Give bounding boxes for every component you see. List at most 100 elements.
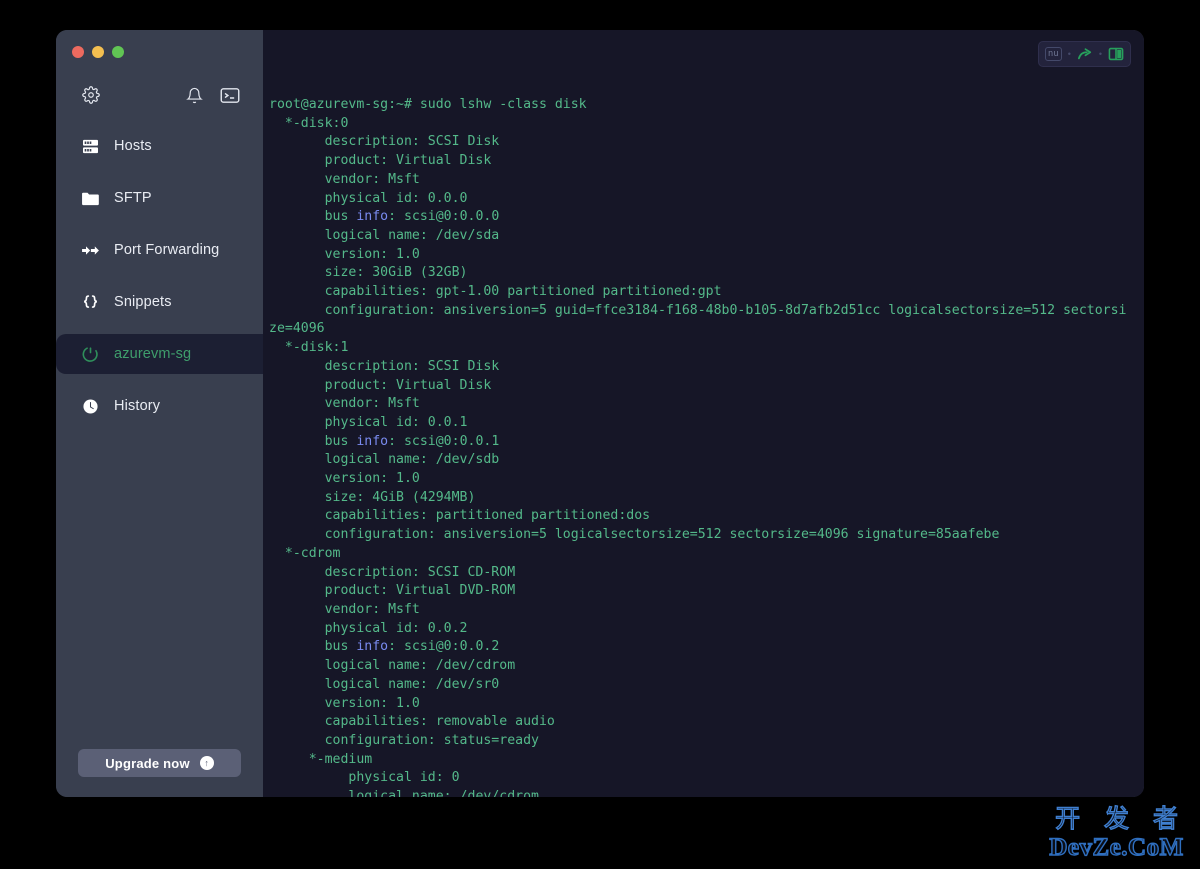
upgrade-now-label: Upgrade now bbox=[105, 755, 190, 771]
sidebar-item-label: azurevm-sg bbox=[114, 346, 192, 362]
terminal-line: bus info: scsi@0:0.0.0 bbox=[269, 208, 1130, 227]
terminal-line: physical id: 0.0.2 bbox=[269, 620, 1130, 639]
terminal-line: physical id: 0.0.0 bbox=[269, 190, 1130, 209]
terminal-line: vendor: Msft bbox=[269, 601, 1130, 620]
terminal-line: description: SCSI Disk bbox=[269, 358, 1130, 377]
sidebar: Hosts SFTP Port Forwarding Snippets azur… bbox=[56, 30, 263, 797]
terminal-token: root@azurevm-sg:~# sudo lshw -class disk bbox=[269, 97, 587, 112]
terminal-token: info bbox=[356, 639, 389, 655]
watermark: 开 发 者 DevZe.CoM bbox=[1047, 803, 1186, 861]
terminal-token: : scsi@0:0.0.2 bbox=[388, 639, 500, 655]
sidebar-item-label: Snippets bbox=[114, 294, 172, 310]
terminal-line: bus info: scsi@0:0.0.2 bbox=[269, 638, 1130, 657]
terminal-token: version: 1.0 bbox=[269, 246, 420, 262]
terminal-token: logical name: /dev/cdrom bbox=[269, 658, 516, 674]
upgrade-arrow-icon: ↑ bbox=[199, 756, 214, 770]
sidebar-item-sftp[interactable]: SFTP bbox=[56, 178, 263, 218]
terminal-line: description: SCSI CD-ROM bbox=[269, 564, 1130, 583]
terminal-token: version: 1.0 bbox=[269, 471, 420, 487]
close-window-button[interactable] bbox=[72, 46, 84, 58]
terminal-token: *-disk:0 bbox=[269, 115, 349, 131]
terminal-token: *-disk:1 bbox=[269, 340, 349, 356]
braces-icon bbox=[80, 292, 100, 312]
terminal-token: capabilities: partitioned partitioned:do… bbox=[269, 508, 651, 524]
terminal-token: info bbox=[356, 209, 389, 225]
terminal-line: physical id: 0 bbox=[269, 769, 1130, 788]
maximize-window-button[interactable] bbox=[112, 46, 124, 58]
terminal-line: bus info: scsi@0:0.0.1 bbox=[269, 433, 1130, 452]
terminal-line: size: 30GiB (32GB) bbox=[269, 264, 1130, 283]
terminal-token: physical id: 0 bbox=[269, 770, 460, 786]
terminal-token: configuration: ansiversion=5 logicalsect… bbox=[269, 527, 1000, 543]
terminal-token: configuration: status=ready bbox=[269, 732, 539, 748]
terminal-pane[interactable]: nu • • root@azurevm-sg:~# sudo lshw -cla… bbox=[263, 30, 1144, 797]
sidebar-nav: Hosts SFTP Port Forwarding Snippets azur… bbox=[56, 126, 263, 430]
terminal-line: version: 1.0 bbox=[269, 246, 1130, 265]
terminal-token: physical id: 0.0.1 bbox=[269, 414, 468, 430]
terminal-line: logical name: /dev/sr0 bbox=[269, 676, 1130, 695]
gear-icon[interactable] bbox=[80, 84, 102, 106]
sidebar-item-history[interactable]: History bbox=[56, 386, 263, 426]
sidebar-item-label: SFTP bbox=[114, 190, 152, 206]
terminal-line: vendor: Msft bbox=[269, 395, 1130, 414]
window-traffic-lights bbox=[56, 30, 263, 60]
terminal-line: logical name: /dev/sda bbox=[269, 227, 1130, 246]
terminal-line: logical name: /dev/sdb bbox=[269, 451, 1130, 470]
terminal-token: logical name: /dev/sr0 bbox=[269, 676, 500, 692]
terminal-line: logical name: /dev/cdrom bbox=[269, 788, 1130, 797]
terminal-line: product: Virtual DVD-ROM bbox=[269, 582, 1130, 601]
terminal-line: *-cdrom bbox=[269, 545, 1130, 564]
terminal-token: physical id: 0.0.0 bbox=[269, 190, 468, 206]
sidebar-item-hosts[interactable]: Hosts bbox=[56, 126, 263, 166]
terminal-token: product: Virtual Disk bbox=[269, 377, 492, 393]
terminal-line: *-disk:1 bbox=[269, 339, 1130, 358]
folder-icon bbox=[80, 188, 100, 208]
terminal-line: logical name: /dev/cdrom bbox=[269, 657, 1130, 676]
watermark-cn-text: 开 发 者 bbox=[1054, 803, 1186, 833]
terminal-token: logical name: /dev/cdrom bbox=[269, 789, 539, 797]
terminal-line: capabilities: removable audio bbox=[269, 713, 1130, 732]
sidebar-toolbar bbox=[56, 78, 263, 112]
watermark-en-text: DevZe.CoM bbox=[1049, 833, 1184, 861]
terminal-line: version: 1.0 bbox=[269, 695, 1130, 714]
terminal-token: *-medium bbox=[269, 751, 373, 767]
terminal-token: logical name: /dev/sdb bbox=[269, 452, 500, 468]
sidebar-item-label: History bbox=[114, 398, 161, 414]
terminal-token: description: SCSI Disk bbox=[269, 134, 500, 150]
terminal-line: *-medium bbox=[269, 751, 1130, 770]
upgrade-now-button[interactable]: Upgrade now ↑ bbox=[78, 749, 241, 777]
terminal-line: root@azurevm-sg:~# sudo lshw -class disk bbox=[269, 96, 1130, 115]
terminal-token: bus bbox=[269, 433, 357, 449]
terminal-token: description: SCSI Disk bbox=[269, 358, 500, 374]
terminal-token: product: Virtual DVD-ROM bbox=[269, 583, 516, 599]
terminal-token: description: SCSI CD-ROM bbox=[269, 564, 516, 580]
terminal-icon[interactable] bbox=[219, 84, 241, 106]
terminal-token: *-cdrom bbox=[269, 545, 341, 561]
terminal-token: bus bbox=[269, 209, 357, 225]
terminal-token: : scsi@0:0.0.0 bbox=[388, 209, 500, 225]
terminal-line: version: 1.0 bbox=[269, 470, 1130, 489]
sidebar-item-snippets[interactable]: Snippets bbox=[56, 282, 263, 322]
terminal-line: product: Virtual Disk bbox=[269, 152, 1130, 171]
sidebar-item-port-forwarding[interactable]: Port Forwarding bbox=[56, 230, 263, 270]
sidebar-item-label: Hosts bbox=[114, 138, 152, 154]
terminal-line: vendor: Msft bbox=[269, 171, 1130, 190]
minimize-window-button[interactable] bbox=[92, 46, 104, 58]
terminal-line: configuration: status=ready bbox=[269, 732, 1130, 751]
session-icon bbox=[80, 344, 100, 364]
terminal-token: vendor: Msft bbox=[269, 396, 420, 412]
terminal-token: configuration: ansiversion=5 guid=ffce31… bbox=[269, 302, 1127, 337]
terminal-line: capabilities: partitioned partitioned:do… bbox=[269, 507, 1130, 526]
terminal-line: size: 4GiB (4294MB) bbox=[269, 489, 1130, 508]
bell-icon[interactable] bbox=[183, 84, 205, 106]
terminal-token: capabilities: gpt-1.00 partitioned parti… bbox=[269, 284, 722, 300]
terminal-line: configuration: ansiversion=5 guid=ffce31… bbox=[269, 302, 1130, 339]
sidebar-item-label: Port Forwarding bbox=[114, 242, 220, 258]
terminal-output: root@azurevm-sg:~# sudo lshw -class disk… bbox=[263, 30, 1144, 797]
terminal-token: size: 4GiB (4294MB) bbox=[269, 489, 476, 505]
terminal-token: size: 30GiB (32GB) bbox=[269, 265, 468, 281]
terminal-token: capabilities: removable audio bbox=[269, 714, 555, 730]
terminal-line: description: SCSI Disk bbox=[269, 133, 1130, 152]
sidebar-item-azurevm-sg[interactable]: azurevm-sg bbox=[56, 334, 263, 374]
terminal-line: product: Virtual Disk bbox=[269, 377, 1130, 396]
